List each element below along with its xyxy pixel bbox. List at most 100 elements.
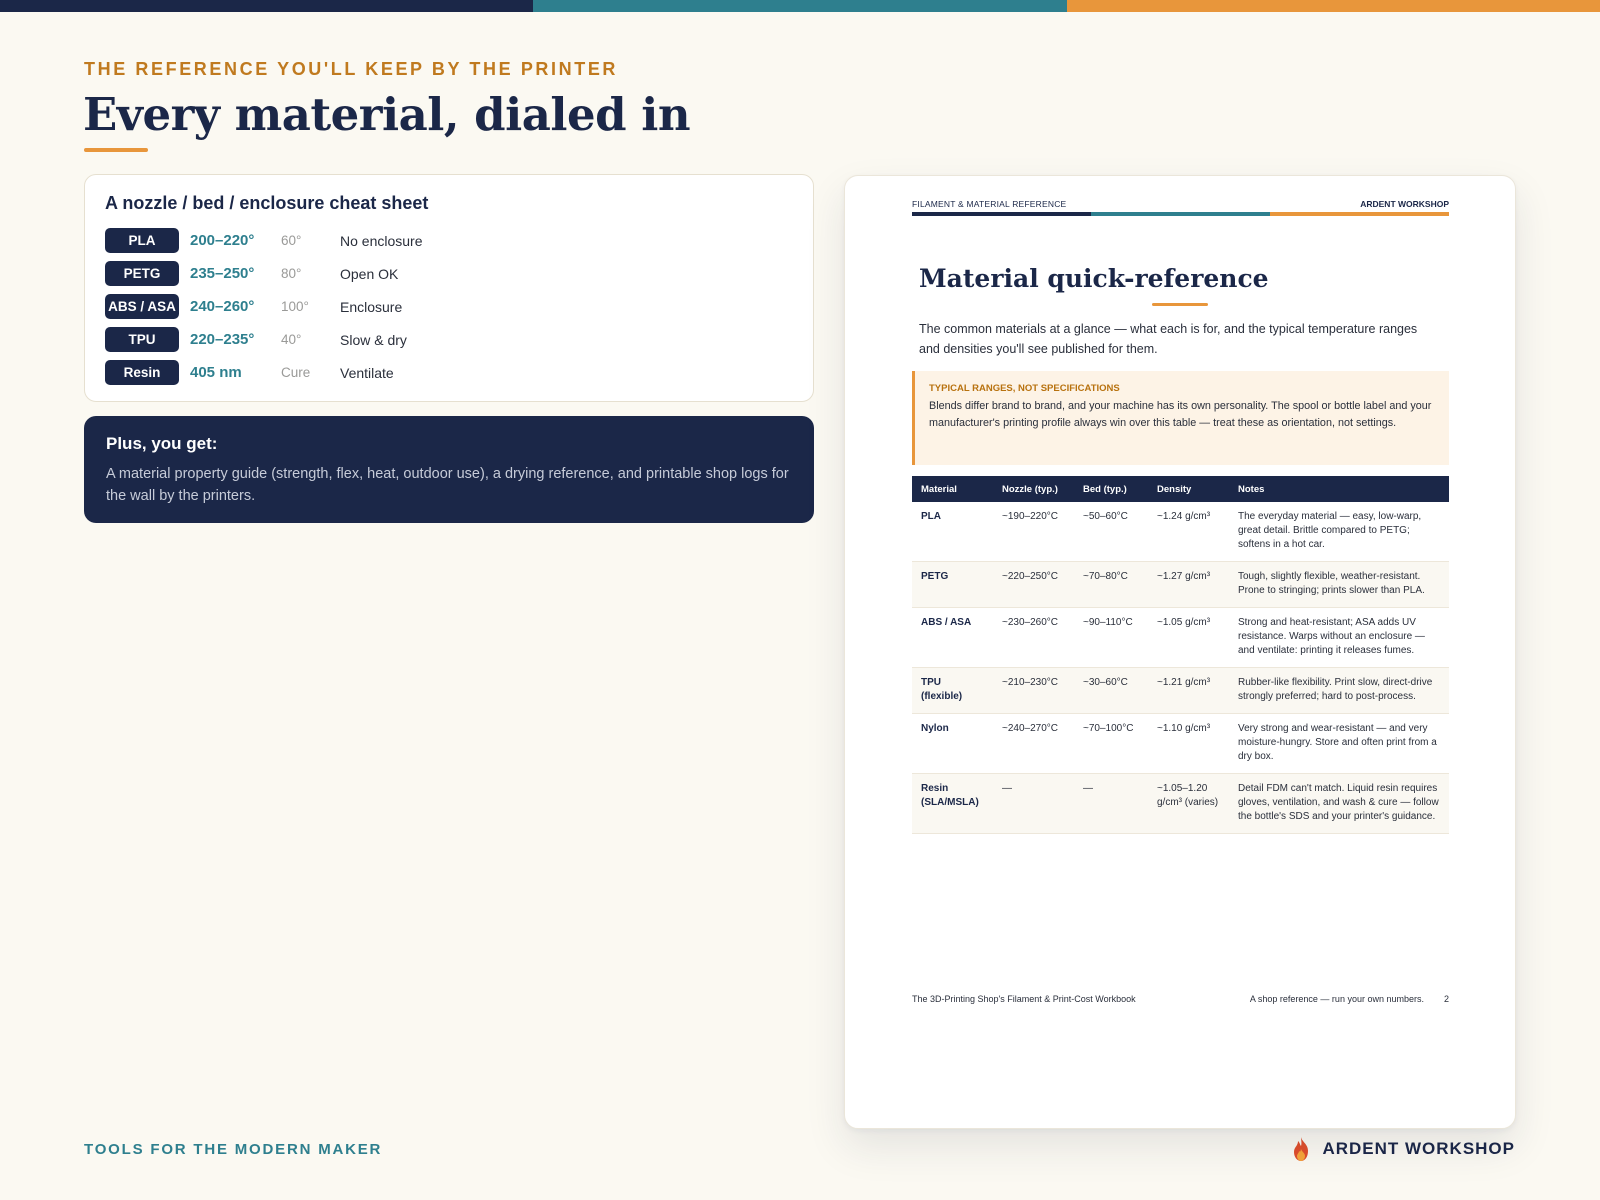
page-title: Every material, dialed in bbox=[83, 88, 691, 141]
document-preview: FILAMENT & MATERIAL REFERENCE ARDENT WOR… bbox=[844, 175, 1516, 1129]
document-footer-right-group: A shop reference — run your own numbers.… bbox=[1250, 994, 1449, 1004]
table-row: TPU (flexible) ~210–230°C ~30–60°C ~1.21 g/… bbox=[912, 667, 1449, 714]
flame-icon bbox=[1294, 1137, 1309, 1161]
material-badge: Resin bbox=[105, 360, 179, 385]
enclosure-note: Open OK bbox=[340, 265, 399, 282]
table-cell: ~50–60°C bbox=[1074, 502, 1148, 562]
nozzle-temp: 235–250° bbox=[190, 265, 255, 282]
plus-text: A material property guide (strength, fle… bbox=[106, 466, 789, 504]
bed-temp: 80° bbox=[281, 266, 302, 281]
enclosure-note: Ventilate bbox=[340, 364, 394, 381]
cheat-sheet-rows: PLA 200–220° 60° No enclosure PETG 235–250° 80… bbox=[105, 224, 793, 389]
document-intro: The common materials at a glance — what … bbox=[919, 322, 1418, 356]
document-accent-teal bbox=[1091, 212, 1270, 216]
table-cell: Rubber-like flexibility. Print slow, dir… bbox=[1229, 667, 1449, 714]
table-cell: ~1.05–1.20 g/cm³ (varies) bbox=[1148, 773, 1229, 834]
table-row: Resin (SLA/MSLA) — — ~1.05–1.20 g/cm³ (vari… bbox=[912, 773, 1449, 834]
table-row: ABS / ASA ~230–260°C ~90–110°C ~1.05 g/cm³ S… bbox=[912, 607, 1449, 668]
table-header-cell: Notes bbox=[1238, 483, 1265, 495]
top-accent-bar bbox=[0, 0, 1600, 12]
table-body: PLA ~190–220°C ~50–60°C ~1.24 g/cm³ The ever… bbox=[912, 502, 1449, 834]
material-cell: PETG bbox=[912, 561, 993, 608]
material-cell: Resin (SLA/MSLA) bbox=[912, 773, 993, 834]
table-row: PETG ~220–250°C ~70–80°C ~1.27 g/cm³ Tough, … bbox=[912, 561, 1449, 608]
material-table: Material Nozzle (typ.) Bed (typ.) Density No… bbox=[912, 476, 1449, 834]
enclosure-note: Enclosure bbox=[340, 298, 403, 315]
table-cell: ~1.05 g/cm³ bbox=[1148, 607, 1229, 668]
bed-temp: 100° bbox=[281, 299, 309, 314]
table-cell: ~210–230°C bbox=[993, 667, 1074, 714]
enclosure-note: No enclosure bbox=[340, 232, 423, 249]
table-cell: Strong and heat-resistant; ASA adds UV r… bbox=[1229, 607, 1449, 668]
table-cell: ~90–110°C bbox=[1074, 607, 1148, 668]
material-badge: ABS / ASA bbox=[105, 294, 179, 319]
table-cell: ~230–260°C bbox=[993, 607, 1074, 668]
callout-text: Blends differ brand to brand, and your m… bbox=[929, 400, 1432, 429]
table-cell: — bbox=[1074, 773, 1148, 834]
material-cell: TPU (flexible) bbox=[912, 667, 993, 714]
callout-title: TYPICAL RANGES, NOT SPECIFICATIONS bbox=[929, 383, 1120, 394]
cheat-row: TPU 220–235° 40° Slow & dry bbox=[105, 323, 793, 356]
callout-box: TYPICAL RANGES, NOT SPECIFICATIONS Blend… bbox=[912, 371, 1449, 465]
table-cell: Detail FDM can't match. Liquid resin req… bbox=[1229, 773, 1449, 834]
top-accent-navy bbox=[0, 0, 534, 12]
document-header: FILAMENT & MATERIAL REFERENCE ARDENT WOR… bbox=[912, 199, 1449, 209]
table-row: Nylon ~240–270°C ~70–100°C ~1.10 g/cm³ Very … bbox=[912, 713, 1449, 774]
nozzle-temp: 220–235° bbox=[190, 331, 255, 348]
plus-card: Plus, you get: A material property guide… bbox=[84, 416, 814, 523]
bed-temp: 60° bbox=[281, 233, 302, 248]
cheat-sheet-title: A nozzle / bed / enclosure cheat sheet bbox=[105, 193, 429, 213]
document-footer-left: The 3D-Printing Shop's Filament & Print-… bbox=[912, 994, 1136, 1004]
table-cell: ~1.24 g/cm³ bbox=[1148, 502, 1229, 562]
table-cell: ~1.21 g/cm³ bbox=[1148, 667, 1229, 714]
material-cell: Nylon bbox=[912, 713, 993, 774]
table-row: PLA ~190–220°C ~50–60°C ~1.24 g/cm³ The ever… bbox=[912, 502, 1449, 562]
material-cell: ABS / ASA bbox=[912, 607, 993, 668]
table-cell: ~1.10 g/cm³ bbox=[1148, 713, 1229, 774]
nozzle-temp: 405 nm bbox=[190, 364, 242, 381]
table-cell: ~190–220°C bbox=[993, 502, 1074, 562]
table-cell: ~30–60°C bbox=[1074, 667, 1148, 714]
footer-tagline: TOOLS FOR THE MODERN MAKER bbox=[84, 1141, 383, 1158]
cheat-row: Resin 405 nm Cure Ventilate bbox=[105, 356, 793, 389]
cheat-row: PETG 235–250° 80° Open OK bbox=[105, 257, 793, 290]
table-cell: Tough, slightly flexible, weather-resist… bbox=[1229, 561, 1449, 608]
document-footer-right: A shop reference — run your own numbers. bbox=[1249, 994, 1424, 1004]
cheat-sheet-card: A nozzle / bed / enclosure cheat sheet P… bbox=[84, 174, 814, 402]
document-accent-orange bbox=[1270, 212, 1449, 216]
material-badge: PETG bbox=[105, 261, 179, 286]
table-cell: ~1.27 g/cm³ bbox=[1148, 561, 1229, 608]
table-header-cell: Density bbox=[1157, 483, 1192, 495]
top-accent-orange bbox=[1066, 0, 1600, 12]
page-number: 2 bbox=[1443, 994, 1449, 1004]
bed-temp: Cure bbox=[281, 365, 311, 380]
material-badge: TPU bbox=[105, 327, 179, 352]
document-title: Material quick-reference bbox=[919, 264, 1269, 293]
table-header-row: Material Nozzle (typ.) Bed (typ.) Density No… bbox=[912, 476, 1449, 502]
nozzle-temp: 240–260° bbox=[190, 298, 255, 315]
table-header-cell: Nozzle (typ.) bbox=[1002, 483, 1058, 495]
table-header-cell: Material bbox=[921, 483, 957, 495]
document-accent-bar bbox=[912, 212, 1449, 216]
headline-underline bbox=[84, 148, 148, 152]
table-cell: The everyday material — easy, low-warp, … bbox=[1229, 502, 1449, 562]
table-header-cell: Bed (typ.) bbox=[1083, 483, 1127, 495]
cheat-row: ABS / ASA 240–260° 100° Enclosure bbox=[105, 290, 793, 323]
plus-title: Plus, you get: bbox=[106, 434, 218, 453]
document-accent-navy bbox=[912, 212, 1091, 216]
material-badge: PLA bbox=[105, 228, 179, 253]
material-cell: PLA bbox=[912, 502, 993, 562]
table-cell: ~240–270°C bbox=[993, 713, 1074, 774]
bed-temp: 40° bbox=[281, 332, 302, 347]
table-cell: Very strong and wear-resistant — and ver… bbox=[1229, 713, 1449, 774]
document-header-right: ARDENT WORKSHOP bbox=[1360, 199, 1449, 209]
eyebrow: THE REFERENCE YOU'LL KEEP BY THE PRINTER bbox=[84, 59, 619, 79]
cheat-row: PLA 200–220° 60° No enclosure bbox=[105, 224, 793, 257]
document-title-underline bbox=[1152, 303, 1208, 306]
document-header-left: FILAMENT & MATERIAL REFERENCE bbox=[912, 199, 1067, 209]
table-cell: — bbox=[993, 773, 1074, 834]
table-cell: ~220–250°C bbox=[993, 561, 1074, 608]
document-footer: The 3D-Printing Shop's Filament & Print-… bbox=[912, 994, 1449, 1004]
table-cell: ~70–80°C bbox=[1074, 561, 1148, 608]
enclosure-note: Slow & dry bbox=[340, 331, 407, 348]
